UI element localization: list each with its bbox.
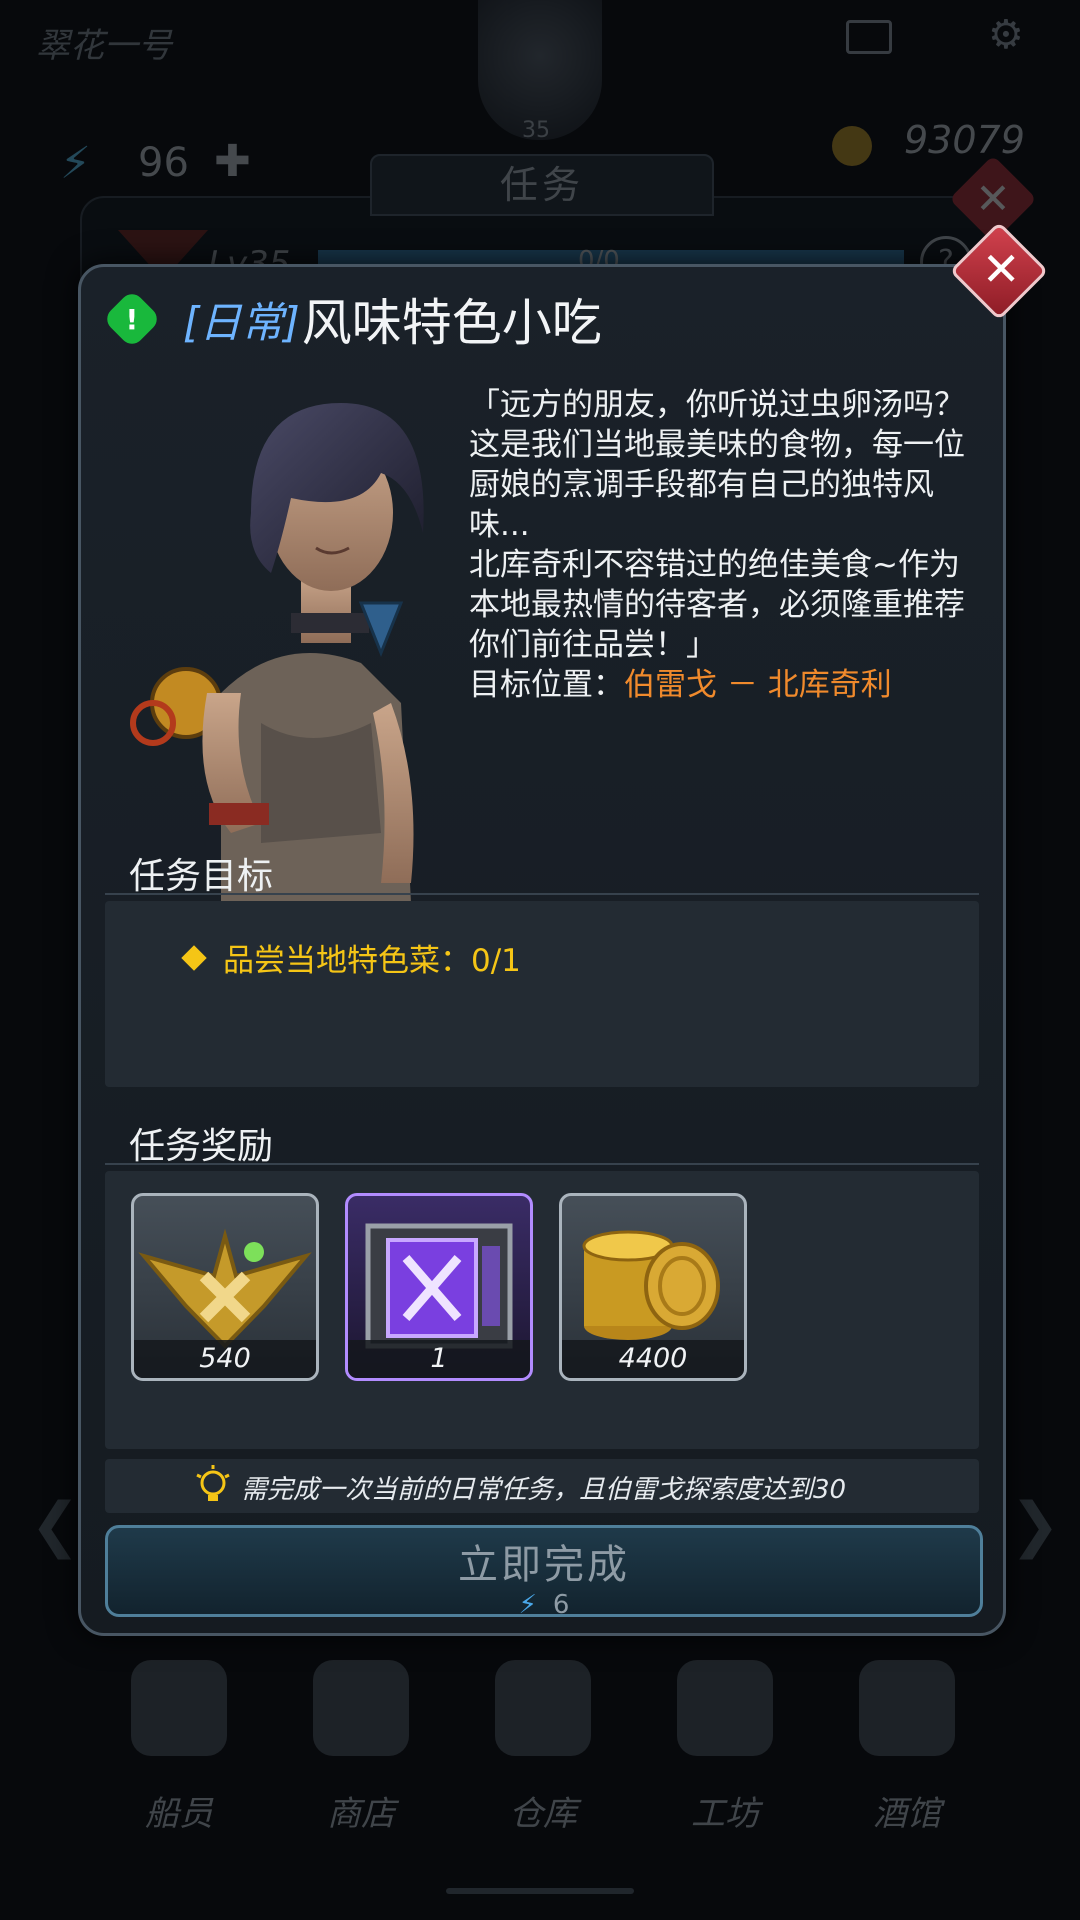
gear-icon: ⚙: [988, 12, 1024, 58]
background-panel-tab: 任务: [370, 154, 714, 216]
workshop-icon: [677, 1660, 773, 1756]
crew-icon: [131, 1660, 227, 1756]
objectives-panel: 品尝当地特色菜：0/1: [105, 901, 979, 1087]
home-indicator[interactable]: [446, 1888, 634, 1894]
dock-item-crew: 船员: [104, 1660, 254, 1835]
add-energy-icon: ✚: [214, 136, 251, 187]
reward-count: 4400: [562, 1340, 744, 1378]
quest-dialog: ! [日常] 风味特色小吃 「远方的朋友，你听说过虫卵汤吗？这是我们当地最美味的…: [78, 264, 1006, 1636]
objectives-heading: 任务目标: [129, 856, 274, 897]
dock-item-workshop: 工坊: [650, 1660, 800, 1835]
rewards-heading: 任务奖励: [129, 1126, 274, 1167]
tavern-icon: [859, 1660, 955, 1756]
complete-now-label: 立即完成: [458, 1542, 630, 1588]
quest-title-row: ! [日常] 风味特色小吃: [102, 289, 602, 352]
energy-value: 96: [138, 140, 189, 186]
objectives-divider: [105, 893, 979, 895]
reward-count: 1: [348, 1340, 530, 1378]
gold-value: 93079: [904, 118, 1025, 162]
shop-icon: [313, 1660, 409, 1756]
target-location-label: 目标位置：: [469, 667, 624, 703]
energy-icon: ⚡: [60, 138, 91, 189]
target-location: 目标位置：伯雷戈 － 北库奇利: [469, 665, 989, 705]
ship-name: 翠花一号: [36, 26, 172, 66]
dock-item-tavern: 酒馆: [832, 1660, 982, 1835]
energy-bolt-icon: ⚡: [518, 1590, 537, 1620]
quest-type-tag: [日常]: [183, 297, 300, 347]
right-arrow-icon: ❯: [1010, 1490, 1061, 1560]
complete-cost: ⚡ 6: [108, 1590, 980, 1620]
reward-item[interactable]: 4400: [559, 1193, 747, 1381]
objective-text: 品尝当地特色菜：0/1: [223, 943, 521, 979]
diamond-bullet-icon: [181, 944, 207, 971]
dialogue-paragraph: 「远方的朋友，你听说过虫卵汤吗？这是我们当地最美味的食物，每一位厨娘的烹调手段都…: [469, 387, 965, 543]
left-arrow-icon: ❮: [30, 1490, 81, 1560]
rewards-divider: [105, 1163, 979, 1165]
gold-icon: [832, 126, 872, 166]
npc-dialogue: 「远方的朋友，你听说过虫卵汤吗？这是我们当地最美味的食物，每一位厨娘的烹调手段都…: [469, 385, 989, 705]
quest-title: 风味特色小吃: [301, 294, 602, 352]
rewards-panel: 540 1 4400: [105, 1171, 979, 1449]
requirement-hint-text: 需完成一次当前的日常任务，且伯雷戈探索度达到30: [241, 1475, 847, 1505]
reward-item[interactable]: 1: [345, 1193, 533, 1381]
lightbulb-icon: [196, 1465, 230, 1501]
mail-icon: [846, 20, 892, 54]
reward-count: 540: [134, 1340, 316, 1378]
target-location-value[interactable]: 伯雷戈 － 北库奇利: [624, 667, 892, 703]
bottom-dock: 船员 商店 仓库 工坊 酒馆: [0, 1660, 1080, 1920]
dialogue-paragraph: 北库奇利不容错过的绝佳美食~作为本地最热情的待客者，必须隆重推荐你们前往品尝！」: [469, 547, 965, 663]
complete-cost-value: 6: [552, 1590, 570, 1620]
warehouse-icon: [495, 1660, 591, 1756]
objective-item: 品尝当地特色菜：0/1: [181, 935, 521, 980]
alert-icon: !: [102, 289, 162, 349]
player-level: 35: [522, 118, 550, 143]
npc-portrait: [130, 403, 424, 903]
requirement-hint: 需完成一次当前的日常任务，且伯雷戈探索度达到30: [105, 1459, 979, 1513]
dock-item-warehouse: 仓库: [468, 1660, 618, 1835]
complete-now-button[interactable]: 立即完成 ⚡ 6: [105, 1525, 983, 1620]
dock-item-shop: 商店: [286, 1660, 436, 1835]
close-icon: ✕: [981, 241, 1021, 296]
reward-item[interactable]: 540: [131, 1193, 319, 1381]
